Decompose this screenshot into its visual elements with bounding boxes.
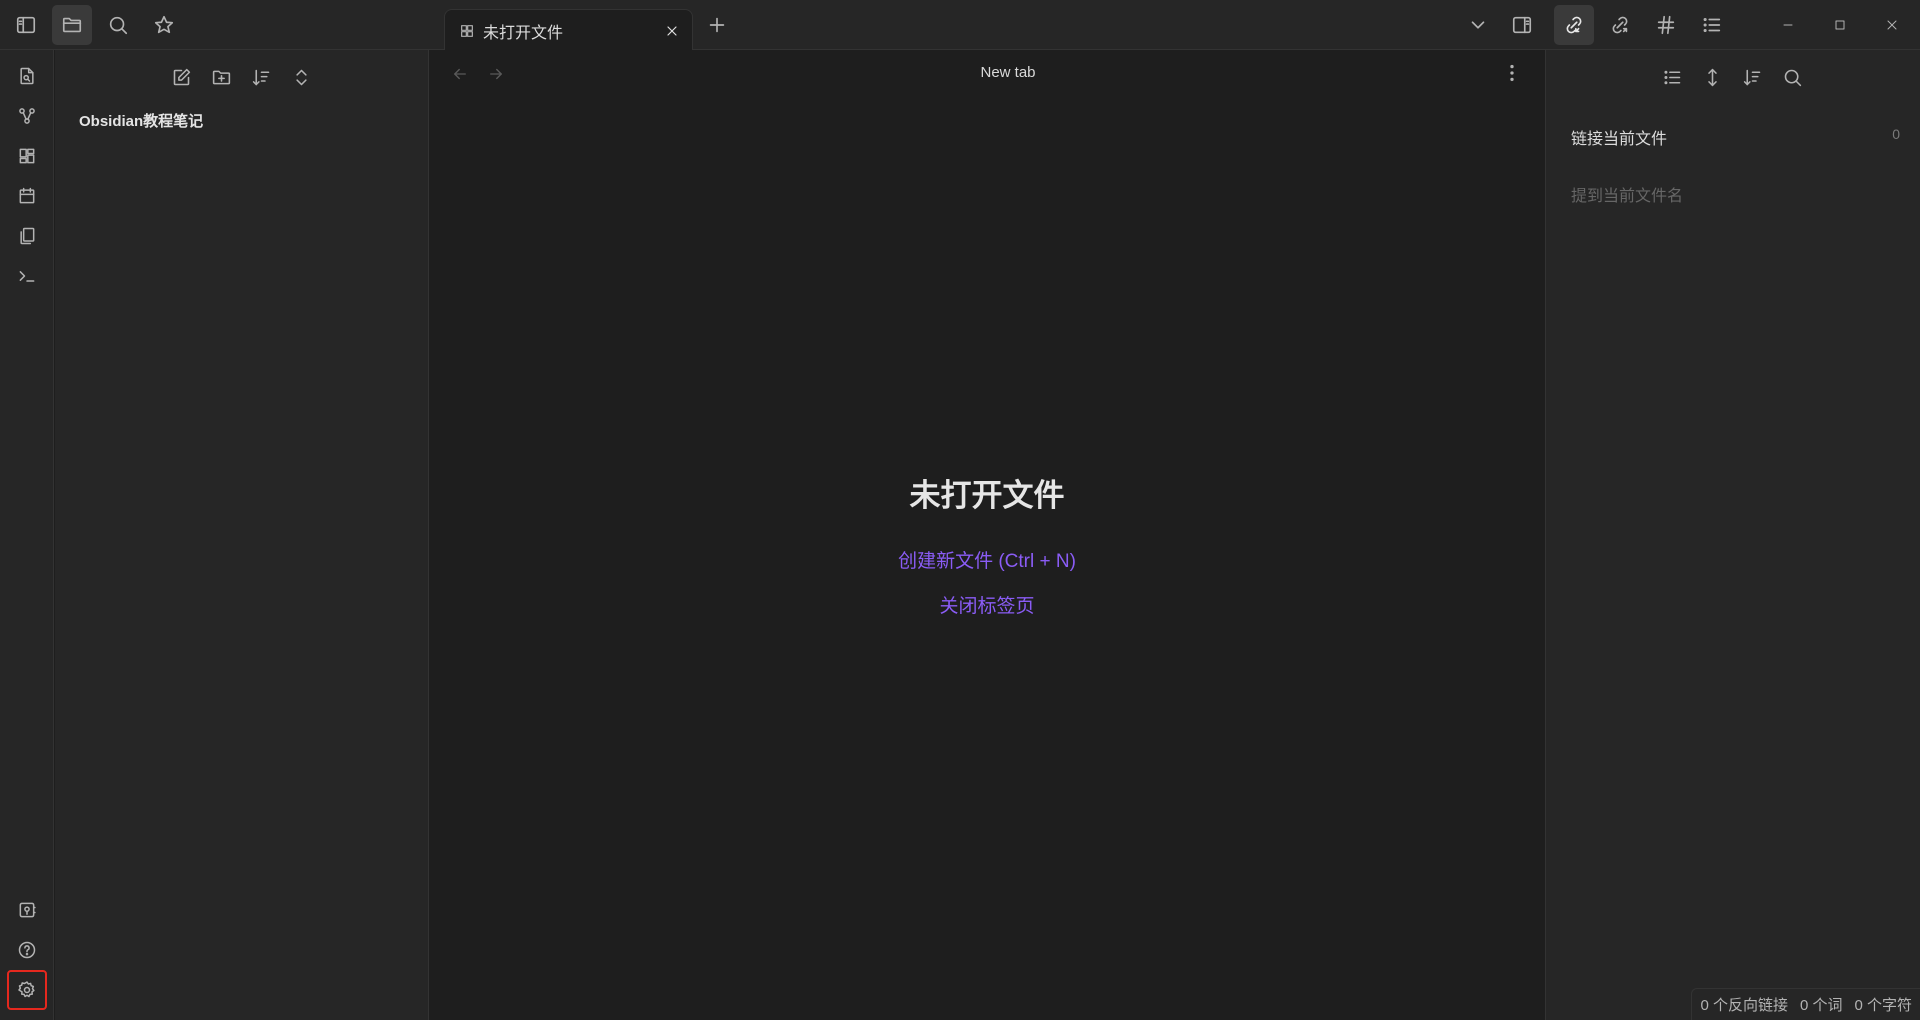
layout-grid-icon (455, 19, 479, 43)
help-icon[interactable] (7, 930, 47, 970)
canvas-dashboard-icon[interactable] (7, 136, 47, 176)
minimize-icon[interactable] (1768, 5, 1808, 45)
sort-order-icon[interactable] (241, 57, 281, 97)
create-new-file-link[interactable]: 创建新文件 (Ctrl + N) (430, 546, 1544, 573)
tags-hash-icon[interactable] (1646, 5, 1686, 45)
main-editor-pane: New tab 未打开文件 创建新文件 (Ctrl + N) 关闭标签页 (430, 50, 1544, 1020)
file-explorer-pane: Obsidian教程笔记 (55, 50, 429, 1020)
tab-label: 未打开文件 (483, 24, 564, 42)
new-folder-icon[interactable] (201, 57, 241, 97)
linked-mentions-header[interactable]: 链接当前文件 (1571, 125, 1901, 149)
vault-root-folder[interactable]: Obsidian教程笔记 (79, 110, 203, 131)
show-more-context-vertical-arrows-icon[interactable] (1692, 57, 1732, 97)
unlinked-mentions-header[interactable]: 提到当前文件名 (1571, 182, 1683, 206)
view-header-title: New tab (980, 64, 1036, 81)
close-tab-link[interactable]: 关闭标签页 (430, 591, 1544, 618)
quick-switcher-icon[interactable] (7, 56, 47, 96)
title-bar: 未打开文件 (0, 0, 1920, 51)
outgoing-links-icon[interactable] (1600, 5, 1640, 45)
right-sidebar-backlinks-pane: 链接当前文件 0 提到当前文件名 (1545, 50, 1920, 1020)
new-note-edit-icon[interactable] (161, 57, 201, 97)
tab-list-chevron-down-icon[interactable] (1458, 5, 1498, 45)
command-palette-terminal-icon[interactable] (7, 256, 47, 296)
sort-order-icon[interactable] (1732, 57, 1772, 97)
status-bar: 0 个反向链接 0 个词 0 个字符 (1691, 988, 1920, 1020)
templates-copy-icon[interactable] (7, 216, 47, 256)
search-filter-icon[interactable] (1772, 57, 1812, 97)
char-count-status: 0 个字符 (1854, 997, 1912, 1014)
graph-view-icon[interactable] (7, 96, 47, 136)
toggle-right-sidebar-icon[interactable] (1502, 5, 1542, 45)
toggle-left-sidebar-icon[interactable] (6, 5, 46, 45)
settings-gear-icon[interactable] (7, 970, 47, 1010)
close-window-icon[interactable] (1872, 5, 1912, 45)
linked-mentions-count: 0 (1892, 126, 1900, 142)
empty-state-title: 未打开文件 (909, 478, 1065, 513)
vault-switcher-icon[interactable] (7, 890, 47, 930)
maximize-icon[interactable] (1820, 5, 1860, 45)
new-tab-plus-icon[interactable] (697, 5, 737, 45)
file-explorer-folder-icon[interactable] (52, 5, 92, 45)
close-tab-icon[interactable] (660, 19, 684, 43)
tab-no-file-open[interactable]: 未打开文件 (444, 9, 693, 51)
collapse-results-list-icon[interactable] (1652, 57, 1692, 97)
outline-list-icon[interactable] (1692, 5, 1732, 45)
expand-collapse-chevrons-icon[interactable] (281, 57, 321, 97)
more-options-vertical-dots-icon[interactable] (1492, 53, 1532, 93)
backlinks-icon[interactable] (1554, 5, 1594, 45)
backlinks-count-status[interactable]: 0 个反向链接 (1700, 994, 1788, 1015)
daily-note-calendar-icon[interactable] (7, 176, 47, 216)
search-icon[interactable] (98, 5, 138, 45)
left-ribbon (0, 50, 54, 1020)
word-count-status: 0 个词 (1799, 997, 1843, 1014)
bookmark-star-icon[interactable] (144, 5, 184, 45)
